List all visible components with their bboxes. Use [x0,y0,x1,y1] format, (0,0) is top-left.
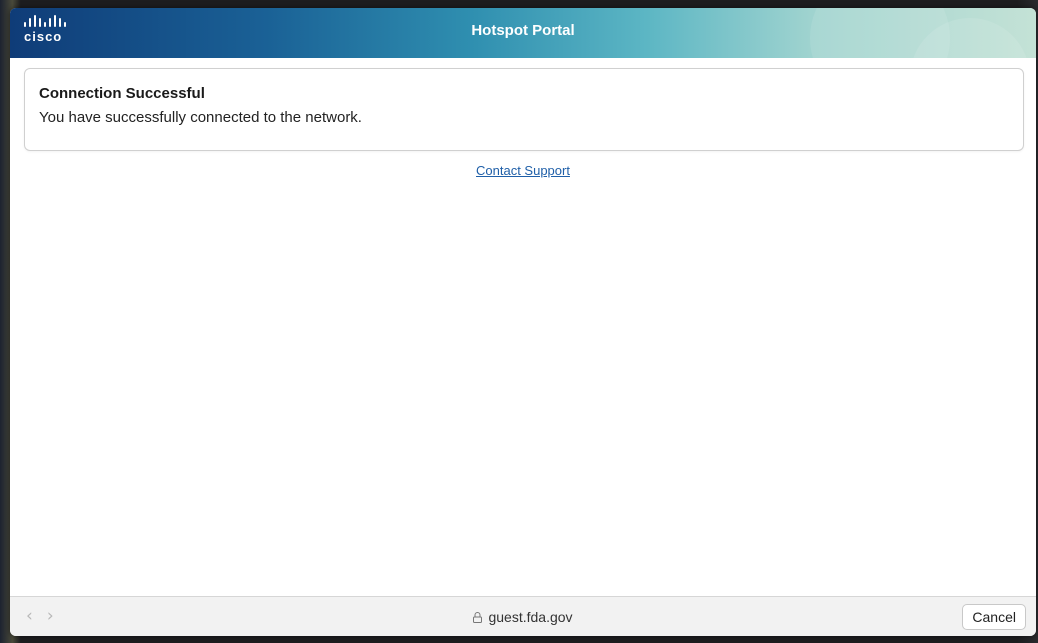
status-card: Connection Successful You have successfu… [24,68,1024,151]
page-title: Hotspot Portal [471,22,575,39]
contact-support-link[interactable]: Contact Support [476,163,570,178]
browser-bottom-bar: ‹ › guest.fda.gov Cancel [10,596,1036,636]
address-display: guest.fda.gov [10,609,1036,625]
status-heading: Connection Successful [39,85,205,102]
captive-portal-window: cisco Hotspot Portal Connection Successf… [10,8,1036,636]
url-text: guest.fda.gov [488,609,573,625]
support-container: Contact Support [10,162,1036,180]
lock-icon [473,612,483,623]
portal-header: cisco Hotspot Portal [10,8,1036,138]
status-message: You have successfully connected to the n… [39,109,362,126]
cancel-button[interactable]: Cancel [962,604,1026,630]
